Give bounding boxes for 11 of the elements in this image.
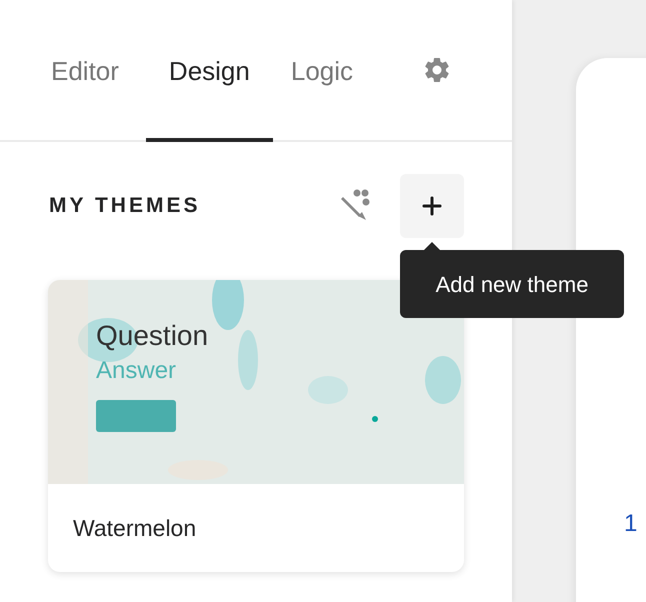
page-number: 1 xyxy=(624,510,638,537)
plus-icon xyxy=(422,196,442,216)
tab[interactable]: Design xyxy=(146,2,273,142)
preview-answer: Answer xyxy=(96,356,176,386)
add-theme-button[interactable] xyxy=(400,174,464,238)
section-title: MY THEMES xyxy=(49,193,202,220)
theme-name: Watermelon xyxy=(73,514,196,543)
tab[interactable]: Editor xyxy=(46,2,124,142)
tooltip: Add new theme xyxy=(400,250,624,318)
tab[interactable]: Logic xyxy=(286,2,358,142)
preview-question: Question xyxy=(96,319,208,353)
